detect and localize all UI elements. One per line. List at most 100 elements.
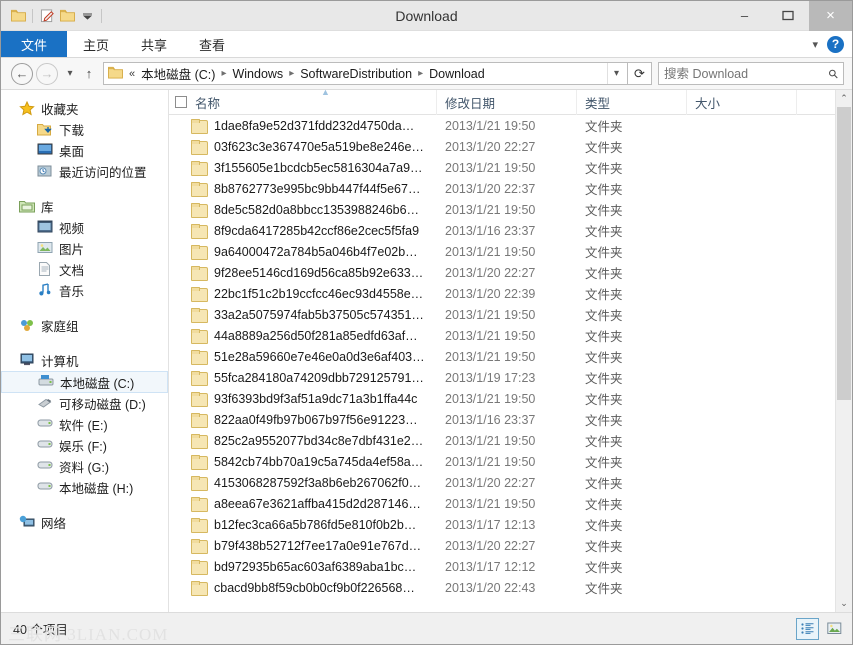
table-row[interactable]: 9f28ee5146cd169d56ca85b92e633… 2013/1/20 … xyxy=(169,262,835,283)
table-row[interactable]: 8f9cda6417285b42ccf86e2cec5f5fa9 2013/1/1… xyxy=(169,220,835,241)
column-header-name[interactable]: 名称 ▲ xyxy=(169,87,437,115)
sidebar-item-drive-d[interactable]: 可移动磁盘 (D:) xyxy=(1,393,168,414)
breadcrumb-separator-2[interactable]: ▸ xyxy=(414,68,427,79)
table-row[interactable]: cbacd9bb8f59cb0b0cf9b0f226568… 2013/1/20 … xyxy=(169,577,835,598)
scrollbar-thumb[interactable] xyxy=(837,107,851,400)
table-row[interactable]: 93f6393bd9f3af51a9dc71a3b1ffa44c 2013/1/2… xyxy=(169,388,835,409)
table-row[interactable]: b79f438b52712f7ee17a0e91e767d… 2013/1/20 … xyxy=(169,535,835,556)
recent-locations-button[interactable]: ▾ xyxy=(61,63,79,85)
table-row[interactable]: 8de5c582d0a8bbcc1353988246b6… 2013/1/21 1… xyxy=(169,199,835,220)
table-row[interactable]: a8eea67e3621affba415d2d287146… 2013/1/21 … xyxy=(169,493,835,514)
file-name-cell[interactable]: 9f28ee5146cd169d56ca85b92e633… xyxy=(169,262,437,283)
table-row[interactable]: 33a2a5075974fab5b37505c574351… 2013/1/21 … xyxy=(169,304,835,325)
file-name-cell[interactable]: cbacd9bb8f59cb0b0cf9b0f226568… xyxy=(169,577,437,598)
sidebar-group-network[interactable]: 网络 xyxy=(1,512,168,533)
sidebar-item-drive-c[interactable]: 本地磁盘 (C:) xyxy=(1,371,168,393)
address-dropdown-icon[interactable]: ▾ xyxy=(607,63,625,84)
file-name-cell[interactable]: b12fec3ca66a5b786fd5e810f0b2b… xyxy=(169,514,437,535)
breadcrumb-item-0[interactable]: 本地磁盘 (C:) xyxy=(139,64,217,83)
breadcrumb-item-1[interactable]: Windows xyxy=(230,67,285,81)
file-name-cell[interactable]: bd972935b65ac603af6389aba1bc… xyxy=(169,556,437,577)
file-name-cell[interactable]: 5842cb74bb70a19c5a745da4ef58a… xyxy=(169,451,437,472)
file-name-cell[interactable]: 55fca284180a74209dbb729125791… xyxy=(169,367,437,388)
file-name-cell[interactable]: b79f438b52712f7ee17a0e91e767d… xyxy=(169,535,437,556)
sidebar-item-drive-f[interactable]: 娱乐 (F:) xyxy=(1,435,168,456)
file-name-cell[interactable]: 8de5c582d0a8bbcc1353988246b6… xyxy=(169,199,437,220)
properties-icon[interactable] xyxy=(57,5,77,27)
table-row[interactable]: 4153068287592f3a8b6eb267062f0… 2013/1/20 … xyxy=(169,472,835,493)
folder-icon[interactable] xyxy=(8,5,28,27)
file-name-cell[interactable]: 9a64000472a784b5a046b4f7e02b… xyxy=(169,241,437,262)
large-icons-view-button[interactable] xyxy=(823,618,846,640)
table-row[interactable]: bd972935b65ac603af6389aba1bc… 2013/1/17 1… xyxy=(169,556,835,577)
sidebar-group-libraries[interactable]: 库 xyxy=(1,196,168,217)
file-name-cell[interactable]: 8b8762773e995bc9bb447f44f5e67… xyxy=(169,178,437,199)
maximize-button[interactable] xyxy=(766,1,809,31)
scroll-down-button[interactable]: ⌄ xyxy=(836,595,852,612)
breadcrumb-overflow[interactable]: « xyxy=(126,68,139,80)
sidebar-item-drive-e[interactable]: 软件 (E:) xyxy=(1,414,168,435)
minimize-button[interactable]: – xyxy=(723,1,766,31)
file-name-cell[interactable]: 3f155605e1bcdcb5ec5816304a7a9… xyxy=(169,157,437,178)
close-button[interactable]: × xyxy=(809,0,852,31)
file-name-cell[interactable]: 8f9cda6417285b42ccf86e2cec5f5fa9 xyxy=(169,220,437,241)
table-row[interactable]: 5842cb74bb70a19c5a745da4ef58a… 2013/1/21 … xyxy=(169,451,835,472)
table-row[interactable]: 51e28a59660e7e46e0a0d3e6af403… 2013/1/21 … xyxy=(169,346,835,367)
file-name-cell[interactable]: 44a8889a256d50f281a85edfd63af… xyxy=(169,325,437,346)
column-header-type[interactable]: 类型 xyxy=(577,89,687,115)
table-row[interactable]: 55fca284180a74209dbb729125791… 2013/1/19 … xyxy=(169,367,835,388)
forward-button[interactable]: → xyxy=(36,62,58,85)
breadcrumb-item-2[interactable]: SoftwareDistribution xyxy=(298,67,414,81)
file-name-cell[interactable]: 22bc1f51c2b19ccfcc46ec93d4558e… xyxy=(169,283,437,304)
help-icon[interactable]: ? xyxy=(827,35,844,53)
breadcrumb-bar[interactable]: « 本地磁盘 (C:) ▸ Windows ▸ SoftwareDistribu… xyxy=(103,62,628,85)
file-name-cell[interactable]: 822aa0f49fb97b067b97f56e91223… xyxy=(169,409,437,430)
sidebar-item-desktop[interactable]: 桌面 xyxy=(1,140,168,161)
file-name-cell[interactable]: a8eea67e3621affba415d2d287146… xyxy=(169,493,437,514)
table-row[interactable]: 8b8762773e995bc9bb447f44f5e67… 2013/1/20 … xyxy=(169,178,835,199)
tab-share[interactable]: 共享 xyxy=(125,31,183,57)
table-row[interactable]: 44a8889a256d50f281a85edfd63af… 2013/1/21 … xyxy=(169,325,835,346)
table-row[interactable]: 825c2a9552077bd34c8e7dbf431e2… 2013/1/21 … xyxy=(169,430,835,451)
table-row[interactable]: 03f623c3e367470e5a519be8e246e… 2013/1/20 … xyxy=(169,136,835,157)
table-row[interactable]: 822aa0f49fb97b067b97f56e91223… 2013/1/16 … xyxy=(169,409,835,430)
file-name-cell[interactable]: 03f623c3e367470e5a519be8e246e… xyxy=(169,136,437,157)
scrollbar-track[interactable] xyxy=(836,107,852,595)
sidebar-group-computer[interactable]: 计算机 xyxy=(1,350,168,371)
sidebar-item-music[interactable]: 音乐 xyxy=(1,280,168,301)
new-folder-icon[interactable] xyxy=(37,5,57,27)
search-input[interactable] xyxy=(664,66,830,81)
file-name-cell[interactable]: 825c2a9552077bd34c8e7dbf431e2… xyxy=(169,430,437,451)
file-name-cell[interactable]: 51e28a59660e7e46e0a0d3e6af403… xyxy=(169,346,437,367)
select-all-checkbox[interactable] xyxy=(175,96,187,108)
table-row[interactable]: 1dae8fa9e52d371fdd232d4750da… 2013/1/21 1… xyxy=(169,115,835,136)
chevron-down-icon[interactable]: ▾ xyxy=(812,38,818,51)
breadcrumb-separator-0[interactable]: ▸ xyxy=(217,68,230,79)
table-row[interactable]: b12fec3ca66a5b786fd5e810f0b2b… 2013/1/17 … xyxy=(169,514,835,535)
tab-home[interactable]: 主页 xyxy=(67,31,125,57)
file-name-cell[interactable]: 93f6393bd9f3af51a9dc71a3b1ffa44c xyxy=(169,388,437,409)
sidebar-item-downloads[interactable]: 下载 xyxy=(1,119,168,140)
sidebar-item-recent-places[interactable]: 最近访问的位置 xyxy=(1,161,168,182)
file-name-cell[interactable]: 4153068287592f3a8b6eb267062f0… xyxy=(169,472,437,493)
refresh-button[interactable]: ⟳ xyxy=(628,62,652,85)
sidebar-item-videos[interactable]: 视频 xyxy=(1,217,168,238)
sidebar-item-drive-g[interactable]: 资料 (G:) xyxy=(1,456,168,477)
table-row[interactable]: 22bc1f51c2b19ccfcc46ec93d4558e… 2013/1/20… xyxy=(169,283,835,304)
scroll-up-button[interactable]: ⌃ xyxy=(836,90,852,107)
sidebar-item-drive-h[interactable]: 本地磁盘 (H:) xyxy=(1,477,168,498)
file-name-cell[interactable]: 1dae8fa9e52d371fdd232d4750da… xyxy=(169,115,437,136)
up-button[interactable]: ↑ xyxy=(79,63,99,85)
file-name-cell[interactable]: 33a2a5075974fab5b37505c574351… xyxy=(169,304,437,325)
qat-dropdown-icon[interactable] xyxy=(77,5,97,27)
tab-view[interactable]: 查看 xyxy=(183,31,241,57)
search-box[interactable]: ⚲ xyxy=(658,62,844,85)
details-view-button[interactable] xyxy=(796,617,819,640)
column-header-size[interactable]: 大小 xyxy=(687,89,797,115)
table-row[interactable]: 3f155605e1bcdcb5ec5816304a7a9… 2013/1/21 … xyxy=(169,157,835,178)
sidebar-group-homegroup[interactable]: 家庭组 xyxy=(1,315,168,336)
breadcrumb-separator-1[interactable]: ▸ xyxy=(285,68,298,79)
tab-file[interactable]: 文件 xyxy=(1,31,68,57)
sidebar-group-favorites[interactable]: 收藏夹 xyxy=(1,98,168,119)
sidebar-item-pictures[interactable]: 图片 xyxy=(1,238,168,259)
